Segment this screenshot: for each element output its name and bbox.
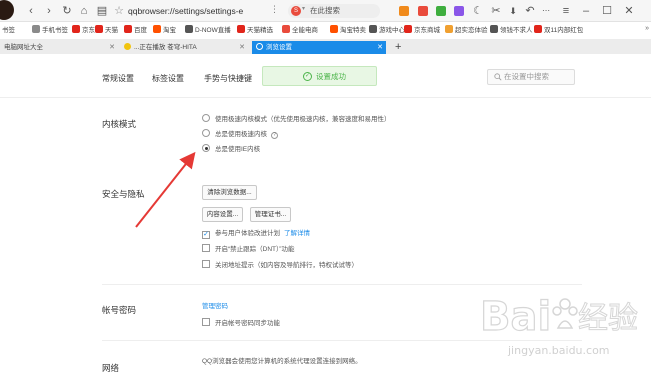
- watermark-brand: Bai: [480, 294, 551, 340]
- watermark-suffix: 经验: [578, 301, 638, 336]
- browser-window: ‹ › ↻ ⌂ ▤ ☆ qqbrowser://settings/setting…: [0, 0, 651, 376]
- watermark-url: jingyan.baidu.com: [507, 344, 610, 357]
- watermark-logo: Bai 经验 jingyan.baidu.com: [479, 293, 638, 357]
- baidu-jingyan-watermark: Bai 经验 jingyan.baidu.com: [478, 268, 648, 368]
- arrow-line: [135, 151, 196, 228]
